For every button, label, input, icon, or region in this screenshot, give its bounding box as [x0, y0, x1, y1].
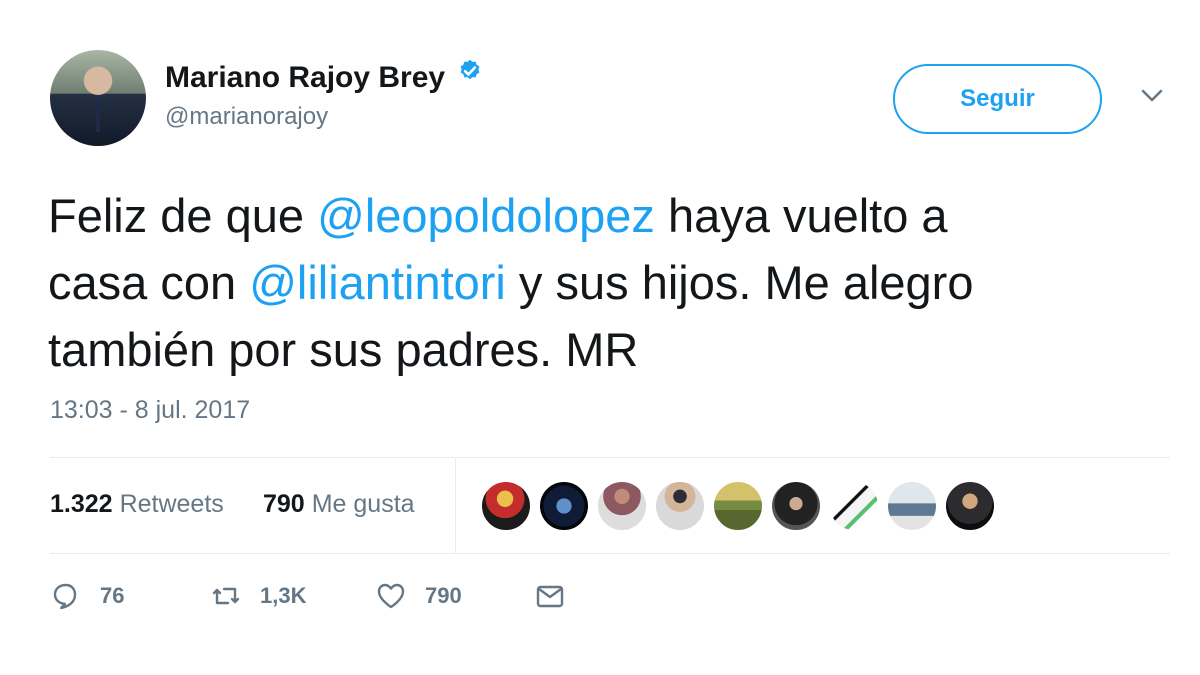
reply-icon [53, 583, 77, 610]
user-handle[interactable]: @marianorajoy [165, 103, 483, 131]
likes-stat[interactable]: 790 Me gusta [263, 490, 415, 519]
heart-icon [377, 583, 405, 609]
likes-label: Me gusta [311, 490, 415, 518]
liker-avatar[interactable] [597, 481, 647, 531]
retweets-label: Retweets [119, 490, 224, 518]
tweet-stats: 1.322 Retweets 790 Me gusta [50, 457, 1170, 554]
verified-icon [460, 59, 479, 80]
like-action[interactable]: 790 [375, 580, 462, 612]
liker-avatar[interactable] [481, 481, 531, 531]
liker-avatar[interactable] [771, 481, 821, 531]
liker-avatar[interactable] [713, 481, 763, 531]
likes-count: 790 [263, 490, 305, 518]
tweet-text-segment: casa con [48, 256, 250, 309]
retweet-action[interactable]: 1,3K [210, 580, 306, 612]
liker-avatar[interactable] [539, 481, 589, 531]
retweet-count: 1,3K [260, 583, 307, 608]
liker-avatar[interactable] [887, 481, 937, 531]
retweet-icon [212, 587, 240, 605]
reply-action[interactable]: 76 [50, 580, 124, 612]
retweets-count: 1.322 [50, 490, 113, 518]
follow-button[interactable]: Seguir [893, 64, 1102, 134]
tweet-timestamp[interactable]: 13:03 - 8 jul. 2017 [50, 396, 250, 425]
tweet-text-segment: y sus hijos. Me alegro [505, 256, 974, 309]
tweet-text-segment: haya vuelto a [654, 189, 948, 242]
stats-divider [455, 458, 456, 553]
profile-avatar[interactable] [50, 50, 146, 146]
tweet-text-segment: también por sus padres. MR [48, 323, 639, 376]
reply-count: 76 [100, 583, 125, 608]
direct-message-action[interactable] [534, 580, 566, 612]
retweets-stat[interactable]: 1.322 Retweets [50, 490, 224, 519]
mention-link[interactable]: @leopoldolopez [317, 189, 655, 242]
tweet-actions: 76 1,3K 790 [50, 576, 650, 621]
liker-avatar[interactable] [945, 481, 995, 531]
tweet-header: Mariano Rajoy Brey @marianorajoy Seguir [50, 50, 1170, 150]
mail-icon [536, 585, 564, 608]
tweet-text-segment: Feliz de que [48, 189, 318, 242]
tweet-text: Feliz de que @leopoldolopez haya vuelto … [48, 182, 1168, 383]
liker-avatar[interactable] [655, 481, 705, 531]
mention-link[interactable]: @liliantintori [249, 256, 506, 309]
liker-avatar[interactable] [829, 481, 879, 531]
user-identity[interactable]: Mariano Rajoy Brey @marianorajoy [165, 58, 483, 131]
user-name[interactable]: Mariano Rajoy Brey [165, 61, 445, 94]
like-count: 790 [425, 583, 462, 608]
chevron-down-icon[interactable] [1140, 88, 1164, 104]
